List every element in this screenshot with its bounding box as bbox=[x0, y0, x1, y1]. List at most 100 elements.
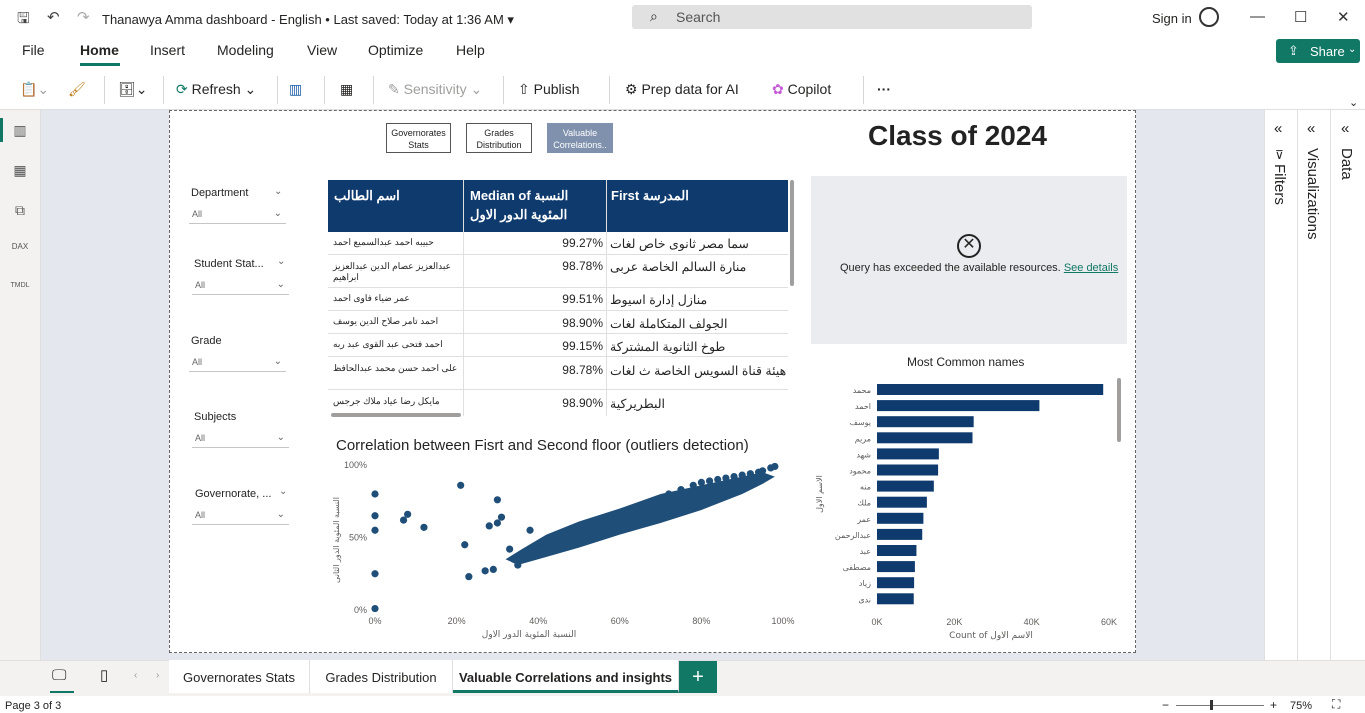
collapse-icon[interactable]: « bbox=[1274, 120, 1282, 137]
table-row[interactable]: احمد تامر صلاح الدين يوسف 98.90% الجولف … bbox=[328, 311, 788, 334]
menu-optimize[interactable]: Optimize bbox=[368, 42, 423, 58]
scatter-point bbox=[624, 509, 632, 517]
nav-button-grades[interactable]: Grades Distribution bbox=[466, 123, 532, 153]
chevron-down-icon[interactable]: ⌄ bbox=[277, 256, 285, 267]
column-header-school[interactable]: First المدرسة bbox=[611, 186, 689, 205]
visualizations-pane[interactable]: « Visualizations bbox=[1297, 110, 1330, 660]
table-row[interactable]: عبدالعزيز عصام الدين عبدالعزيز ابراهيم 9… bbox=[328, 255, 788, 288]
redo-icon[interactable]: ↷ bbox=[77, 8, 90, 26]
nav-button-governorates[interactable]: Governorates Stats bbox=[386, 123, 451, 153]
zoom-out-icon[interactable]: − bbox=[1162, 698, 1169, 712]
scatter-chart[interactable]: 0% 20% 40% 60% 80% 100% 0% 50% 100% النسبة المئوي… bbox=[325, 455, 798, 645]
table-row[interactable]: على احمد حسن محمد عبدالحافظ 98.78% هيئة … bbox=[328, 357, 788, 390]
collapse-icon[interactable]: « bbox=[1307, 120, 1315, 137]
collapse-icon[interactable]: « bbox=[1341, 120, 1349, 137]
table-row[interactable]: حبيبه احمد عبدالسميع احمد 99.27% سما مصر… bbox=[328, 232, 788, 255]
data-pane[interactable]: « Data bbox=[1330, 110, 1365, 660]
cell-median: 98.90% bbox=[562, 396, 603, 410]
menu-file[interactable]: File bbox=[22, 42, 45, 58]
zoom-slider-thumb[interactable] bbox=[1210, 700, 1213, 710]
window-title[interactable]: Thanawya Amma dashboard - English • Last… bbox=[102, 12, 514, 28]
dax-view-icon[interactable]: DAX bbox=[10, 242, 30, 260]
maximize-icon[interactable]: ☐ bbox=[1294, 8, 1307, 26]
table-row[interactable]: مايكل رضا عياد ملاك جرجس 98.90% البطريرك… bbox=[328, 390, 788, 414]
bar bbox=[877, 448, 939, 460]
menu-view[interactable]: View bbox=[307, 42, 337, 58]
close-icon[interactable]: ✕ bbox=[1337, 8, 1350, 26]
chevron-down-icon: ⌄ bbox=[273, 356, 282, 367]
report-view-icon[interactable]: ▥ bbox=[10, 122, 30, 140]
menu-home[interactable]: Home bbox=[80, 42, 119, 58]
copilot-button[interactable]: ✿ Copilot bbox=[772, 81, 831, 98]
bar bbox=[877, 496, 927, 508]
column-header-median[interactable]: Median of النسبة المئوية الدور الاول bbox=[470, 186, 595, 224]
chevron-down-icon[interactable]: ⌄ bbox=[274, 186, 282, 197]
see-details-link[interactable]: See details bbox=[1064, 262, 1118, 274]
filter-icon: ⊽ bbox=[1275, 148, 1284, 162]
menu-modeling[interactable]: Modeling bbox=[217, 42, 274, 58]
save-icon[interactable]: 🖫 bbox=[17, 8, 30, 33]
new-visual-icon[interactable]: ▥ bbox=[289, 81, 302, 98]
undo-icon[interactable]: ↶ bbox=[47, 8, 60, 26]
minimize-icon[interactable]: — bbox=[1250, 8, 1265, 25]
search-input[interactable]: ⌕ Search bbox=[632, 5, 1032, 29]
paste-icon[interactable]: 📋⌄ bbox=[20, 81, 49, 98]
scatter-point bbox=[595, 522, 603, 530]
scatter-point bbox=[371, 570, 379, 578]
sensitivity-button[interactable]: ✎ Sensitivity ⌄ bbox=[388, 81, 482, 98]
table-view-icon[interactable]: ▦ bbox=[10, 162, 30, 180]
tab-grades-distribution[interactable]: Grades Distribution bbox=[310, 660, 453, 693]
avatar-icon[interactable] bbox=[1199, 7, 1219, 27]
zoom-in-icon[interactable]: + bbox=[1270, 698, 1277, 712]
signin-link[interactable]: Sign in bbox=[1152, 11, 1192, 26]
data-source-icon[interactable]: 🗄⌄ bbox=[118, 81, 148, 98]
next-page-icon[interactable]: › bbox=[156, 670, 159, 681]
table-row[interactable]: عمر ضياء فاوى احمد 99.51% منازل إدارة اس… bbox=[328, 288, 788, 311]
scatter-point bbox=[746, 470, 754, 478]
format-painter-icon[interactable]: 🖌 bbox=[68, 81, 86, 98]
publish-button[interactable]: ⇧ Publish bbox=[518, 81, 580, 98]
calculator-icon[interactable]: ▦ bbox=[340, 81, 353, 98]
add-page-button[interactable]: + bbox=[679, 661, 717, 693]
chevron-down-icon[interactable]: ⌄ bbox=[279, 486, 287, 497]
bar bbox=[877, 512, 924, 524]
menu-help[interactable]: Help bbox=[456, 42, 485, 58]
slicer-dropdown[interactable]: All ⌄ bbox=[192, 277, 289, 295]
cell-student: احمد تامر صلاح الدين يوسف bbox=[333, 316, 439, 326]
bar-chart[interactable]: محمد احمد يوسف مريم شهد محمود منه ملك عمر عبدالرح… bbox=[811, 372, 1126, 645]
scatter-point bbox=[522, 549, 530, 558]
tab-valuable-correlations[interactable]: Valuable Correlations and insights bbox=[453, 660, 679, 693]
slicer-dropdown[interactable]: All ⌄ bbox=[192, 430, 289, 448]
bar-chart-scrollbar[interactable] bbox=[1117, 378, 1121, 442]
scatter-point bbox=[371, 490, 379, 498]
share-button[interactable]: ⇪ Share ⌄ bbox=[1276, 39, 1360, 63]
scatter-point bbox=[738, 471, 746, 479]
tmdl-view-icon[interactable]: TMDL bbox=[10, 282, 30, 300]
fit-page-icon[interactable]: ⛶ bbox=[1332, 697, 1340, 712]
desktop-layout-icon[interactable]: 🖵 bbox=[52, 667, 66, 684]
more-options-icon[interactable]: ··· bbox=[877, 81, 891, 97]
chevron-down-icon: ⌄ bbox=[276, 279, 285, 290]
cell-student: احمد فتحى عبد القوى عبد ربه bbox=[333, 339, 443, 349]
table-row[interactable]: احمد فتحى عبد القوى عبد ربه 99.15% طوخ ا… bbox=[328, 334, 788, 357]
prev-page-icon[interactable]: ‹ bbox=[134, 670, 137, 681]
scatter-point bbox=[665, 490, 673, 498]
model-view-icon[interactable]: ⧉ bbox=[10, 202, 30, 220]
nav-button-correlations[interactable]: Valuable Correlations.. bbox=[547, 123, 613, 153]
mobile-layout-icon[interactable]: ▯ bbox=[100, 666, 108, 684]
refresh-button[interactable]: ⟳ Refresh ⌄ bbox=[176, 81, 256, 98]
horizontal-scrollbar[interactable] bbox=[331, 413, 461, 417]
slicer-dropdown[interactable]: All ⌄ bbox=[189, 206, 286, 224]
filters-pane[interactable]: « ⊽ Filters bbox=[1264, 110, 1297, 660]
zoom-slider[interactable] bbox=[1176, 705, 1264, 706]
cell-student: عمر ضياء فاوى احمد bbox=[333, 293, 410, 303]
tab-governorates-stats[interactable]: Governorates Stats bbox=[169, 660, 310, 693]
prep-data-button[interactable]: ⚙ Prep data for AI bbox=[625, 81, 739, 98]
slicer-dropdown[interactable]: All ⌄ bbox=[192, 507, 289, 525]
slicer-title: Subjects bbox=[194, 411, 237, 423]
vertical-scrollbar[interactable] bbox=[790, 180, 794, 286]
slicer-dropdown[interactable]: All ⌄ bbox=[189, 354, 286, 372]
column-header-student[interactable]: اسم الطالب bbox=[334, 186, 400, 205]
menu-insert[interactable]: Insert bbox=[150, 42, 185, 58]
collapse-ribbon-icon[interactable]: ⌄ bbox=[1349, 96, 1358, 109]
